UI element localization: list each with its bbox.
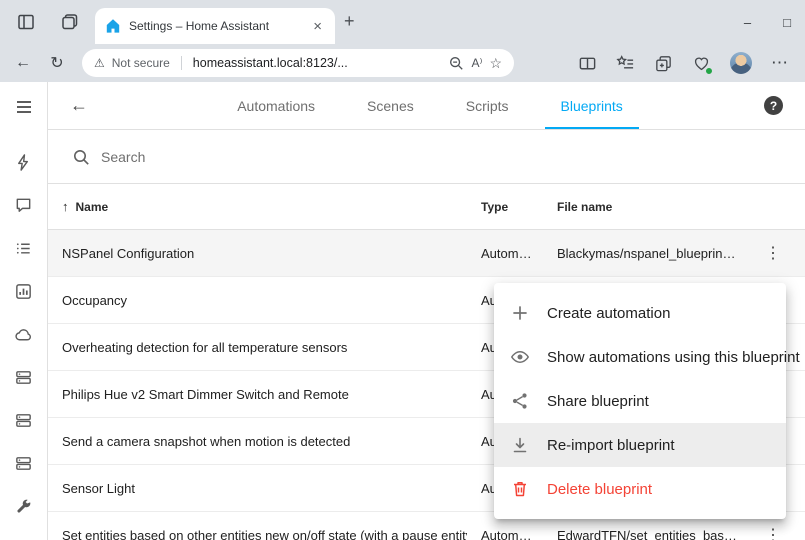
browser-tab[interactable]: Settings – Home Assistant × [95, 8, 335, 44]
table-row[interactable]: NSPanel Configuration Autom… Blackymas/n… [48, 230, 805, 277]
browser-menu-icon[interactable]: ⋯ [771, 53, 789, 73]
header-type[interactable]: Type [467, 200, 543, 214]
chat-icon[interactable] [14, 196, 33, 215]
tab-close-icon[interactable]: × [310, 18, 325, 35]
refresh-icon[interactable]: ↻ [46, 53, 68, 73]
ha-app-bar: ← Automations Scenes Scripts Blueprints … [48, 82, 805, 130]
search-input[interactable] [101, 149, 781, 165]
list-icon[interactable] [14, 239, 33, 258]
plus-icon [510, 303, 530, 323]
menu-item-show-automations[interactable]: Show automations using this blueprint [494, 335, 786, 379]
ha-nav-tabs: Automations Scenes Scripts Blueprints [96, 82, 764, 129]
row-file: Blackymas/nspanel_blueprin… [543, 246, 749, 261]
header-name-label: Name [76, 200, 109, 214]
url-text[interactable]: homeassistant.local:8123/... [193, 56, 442, 70]
search-icon [72, 148, 90, 166]
tab-automations[interactable]: Automations [211, 82, 341, 129]
row-name: Occupancy [48, 293, 467, 308]
maximize-button[interactable]: □ [783, 15, 791, 30]
server-icon[interactable] [14, 454, 33, 473]
menu-item-create-automation[interactable]: Create automation [494, 291, 786, 335]
browser-toolbar: ← ↻ ⚠ Not secure homeassistant.local:812… [0, 44, 805, 82]
row-name: Sensor Light [48, 481, 467, 496]
favorite-star-icon[interactable]: ☆ [489, 55, 502, 72]
sidebar-menu-icon[interactable] [14, 97, 34, 117]
download-icon [510, 435, 530, 455]
delete-icon [510, 479, 530, 499]
menu-item-label: Share blueprint [547, 393, 649, 410]
table-header: ↑ Name Type File name [48, 184, 805, 230]
titlebar-left-icons [0, 12, 80, 32]
wrench-icon[interactable] [14, 497, 33, 516]
bar-chart-icon[interactable] [14, 282, 33, 301]
favorites-hub-icon[interactable] [616, 54, 635, 73]
home-assistant-favicon [105, 18, 121, 34]
menu-item-label: Create automation [547, 305, 670, 322]
row-more-icon[interactable]: ⋮ [759, 523, 787, 540]
collections-icon[interactable] [654, 54, 673, 73]
header-name[interactable]: ↑ Name [48, 199, 467, 214]
row-name: Overheating detection for all temperatur… [48, 340, 467, 355]
title-bar: Settings – Home Assistant × + – □ [0, 0, 805, 44]
eye-icon [510, 347, 530, 367]
status-dot [705, 67, 713, 75]
row-name: NSPanel Configuration [48, 246, 467, 261]
share-icon [510, 391, 530, 411]
browser-essentials-icon[interactable] [692, 54, 711, 73]
address-divider [181, 56, 182, 70]
tab-blueprints[interactable]: Blueprints [535, 82, 649, 129]
address-bar[interactable]: ⚠ Not secure homeassistant.local:8123/..… [82, 49, 514, 77]
menu-item-label: Delete blueprint [547, 481, 652, 498]
menu-item-label: Re-import blueprint [547, 437, 675, 454]
ha-back-icon[interactable]: ← [70, 95, 96, 116]
menu-item-label: Show automations using this blueprint [547, 349, 800, 366]
tab-scripts[interactable]: Scripts [440, 82, 535, 129]
security-label[interactable]: Not secure [112, 56, 170, 70]
row-type: Autom… [467, 528, 543, 540]
ha-sidebar [0, 82, 48, 540]
read-aloud-icon[interactable]: A⁾ [471, 56, 482, 70]
row-more-icon[interactable]: ⋮ [759, 241, 787, 266]
tab-scenes[interactable]: Scenes [341, 82, 440, 129]
menu-item-reimport-blueprint[interactable]: Re-import blueprint [494, 423, 786, 467]
sidebar-icons [14, 153, 33, 516]
vertical-tabs-icon[interactable] [16, 12, 36, 32]
help-icon[interactable]: ? [764, 96, 783, 115]
workspaces-icon[interactable] [60, 12, 80, 32]
search-row [48, 130, 805, 184]
tab-title: Settings – Home Assistant [129, 19, 302, 33]
row-name: Philips Hue v2 Smart Dimmer Switch and R… [48, 387, 467, 402]
cloud-icon[interactable] [14, 325, 33, 344]
row-type: Autom… [467, 246, 543, 261]
context-menu: Create automation Show automations using… [494, 283, 786, 519]
sort-ascending-icon: ↑ [62, 199, 69, 214]
menu-item-share-blueprint[interactable]: Share blueprint [494, 379, 786, 423]
row-name: Send a camera snapshot when motion is de… [48, 434, 467, 449]
profile-avatar[interactable] [730, 52, 752, 74]
back-icon[interactable]: ← [12, 54, 34, 72]
window-controls: – □ [744, 0, 791, 44]
minimize-button[interactable]: – [744, 15, 751, 30]
server-icon[interactable] [14, 368, 33, 387]
browser-window: Settings – Home Assistant × + – □ ← ↻ ⚠ … [0, 0, 805, 540]
toolbar-right-icons: ⋯ [578, 52, 793, 74]
not-secure-warning-icon[interactable]: ⚠ [94, 56, 105, 70]
header-file-name[interactable]: File name [543, 200, 749, 214]
row-file: EdwardTFN/set_entities_bas… [543, 528, 749, 540]
server-icon[interactable] [14, 411, 33, 430]
zoom-icon[interactable] [448, 55, 464, 71]
new-tab-button[interactable]: + [344, 12, 355, 30]
split-screen-icon[interactable] [578, 54, 597, 73]
menu-item-delete-blueprint[interactable]: Delete blueprint [494, 467, 786, 511]
lightning-icon[interactable] [14, 153, 33, 172]
row-name: Set entities based on other entities new… [48, 528, 467, 540]
